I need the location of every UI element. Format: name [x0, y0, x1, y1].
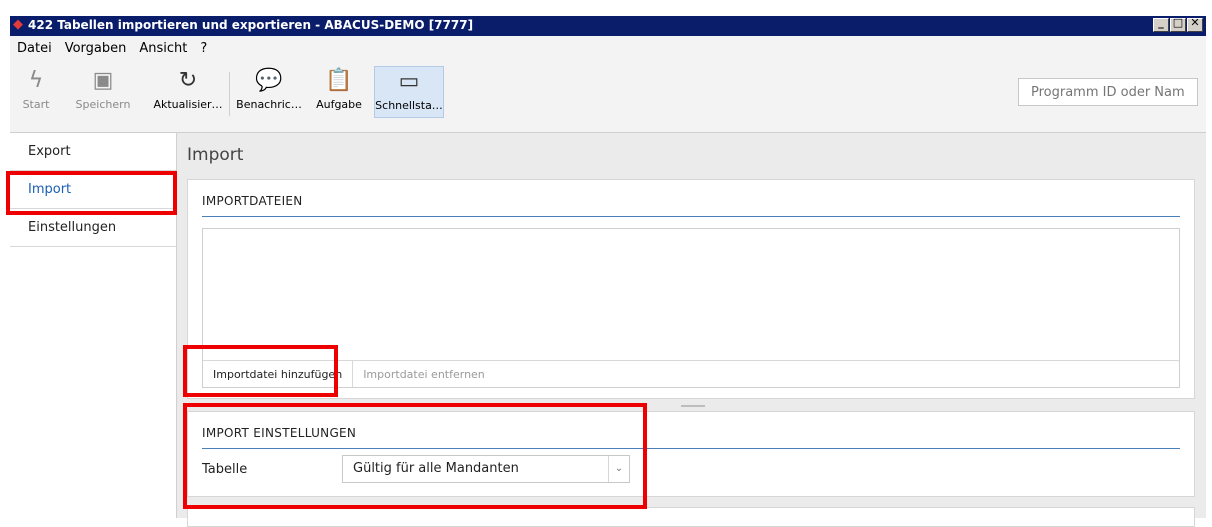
table-select[interactable]: Gültig für alle Mandanten ⌄: [342, 455, 630, 483]
chat-add-icon: 💬: [255, 68, 283, 93]
refresh-label: Aktualisier…: [153, 98, 223, 111]
toolbar-separator: [229, 72, 230, 116]
import-files-panel: IMPORTDATEIEN Importdatei hinzufügen Imp…: [187, 179, 1195, 399]
table-select-value: Gültig für alle Mandanten: [353, 461, 519, 476]
refresh-button[interactable]: ↻ Aktualisier…: [150, 66, 226, 122]
import-settings-header: IMPORT EINSTELLUNGEN: [202, 426, 1180, 449]
next-panel: [187, 507, 1195, 527]
start-button[interactable]: ϟ Start: [16, 66, 56, 122]
clipboard-add-icon: 📋: [325, 68, 353, 93]
import-files-actions: Importdatei hinzufügen Importdatei entfe…: [203, 360, 1179, 387]
menu-ansicht[interactable]: Ansicht: [139, 41, 187, 56]
minimize-button[interactable]: _: [1153, 16, 1169, 32]
import-files-list[interactable]: Importdatei hinzufügen Importdatei entfe…: [202, 228, 1180, 388]
menu-bar: Datei Vorgaben Ansicht ?: [10, 36, 1206, 60]
menu-help[interactable]: ?: [200, 41, 207, 56]
menu-vorgaben[interactable]: Vorgaben: [65, 41, 127, 56]
sidebar-item-label: Einstellungen: [28, 220, 117, 235]
notification-label: Benachric…: [236, 98, 302, 111]
save-icon: ▣: [92, 68, 114, 93]
quickstart-button[interactable]: ▭ Schnellsta…: [374, 66, 444, 118]
window-title: 422 Tabellen importieren und exportieren…: [28, 18, 474, 32]
minimize-icon: _: [1158, 16, 1164, 29]
chevron-down-icon[interactable]: ⌄: [608, 456, 629, 482]
toolbar: ϟ Start ▣ Speichern ↻ Aktualisier… 💬 Ben…: [10, 60, 1206, 133]
title-bar: ◆ 422 Tabellen importieren und exportier…: [10, 16, 1206, 36]
remove-import-file-button[interactable]: Importdatei entfernen: [353, 361, 495, 387]
import-files-header: IMPORTDATEIEN: [202, 194, 1180, 217]
refresh-icon: ↻: [178, 68, 198, 93]
sidebar-item-import[interactable]: Import: [10, 171, 176, 209]
menu-datei[interactable]: Datei: [17, 41, 52, 56]
save-button[interactable]: ▣ Speichern: [62, 66, 144, 122]
sidebar: Export Import Einstellungen: [10, 133, 177, 518]
add-import-file-button[interactable]: Importdatei hinzufügen: [203, 361, 354, 387]
main-content: Import IMPORTDATEIEN Importdatei hinzufü…: [177, 133, 1206, 527]
task-label: Aufgabe: [316, 98, 362, 111]
sidebar-item-label: Import: [28, 182, 72, 197]
close-icon: ✕: [1190, 16, 1200, 29]
task-button[interactable]: 📋 Aufgabe: [310, 66, 368, 122]
program-search-input[interactable]: [1019, 79, 1197, 105]
sidebar-item-einstellungen[interactable]: Einstellungen: [10, 209, 176, 247]
start-label: Start: [22, 98, 50, 111]
sidebar-item-label: Export: [28, 144, 71, 159]
maximize-icon: □: [1172, 16, 1184, 29]
save-label: Speichern: [75, 98, 131, 111]
maximize-button[interactable]: □: [1170, 16, 1186, 32]
quickstart-label: Schnellsta…: [375, 99, 443, 112]
panel-splitter[interactable]: [681, 405, 705, 407]
import-settings-panel: IMPORT EINSTELLUNGEN Tabelle Gültig für …: [187, 411, 1195, 497]
program-search[interactable]: [1018, 78, 1198, 106]
lightning-icon: ϟ: [28, 68, 44, 93]
sidebar-item-export[interactable]: Export: [10, 133, 176, 171]
abacus-diamond-icon: ◆: [13, 17, 23, 32]
notification-button[interactable]: 💬 Benachric…: [234, 66, 304, 122]
page-title: Import: [187, 145, 244, 165]
window-icon: ▭: [398, 69, 420, 94]
window-controls: _ □ ✕: [1153, 16, 1203, 32]
close-button[interactable]: ✕: [1187, 16, 1203, 32]
table-label: Tabelle: [202, 462, 248, 477]
